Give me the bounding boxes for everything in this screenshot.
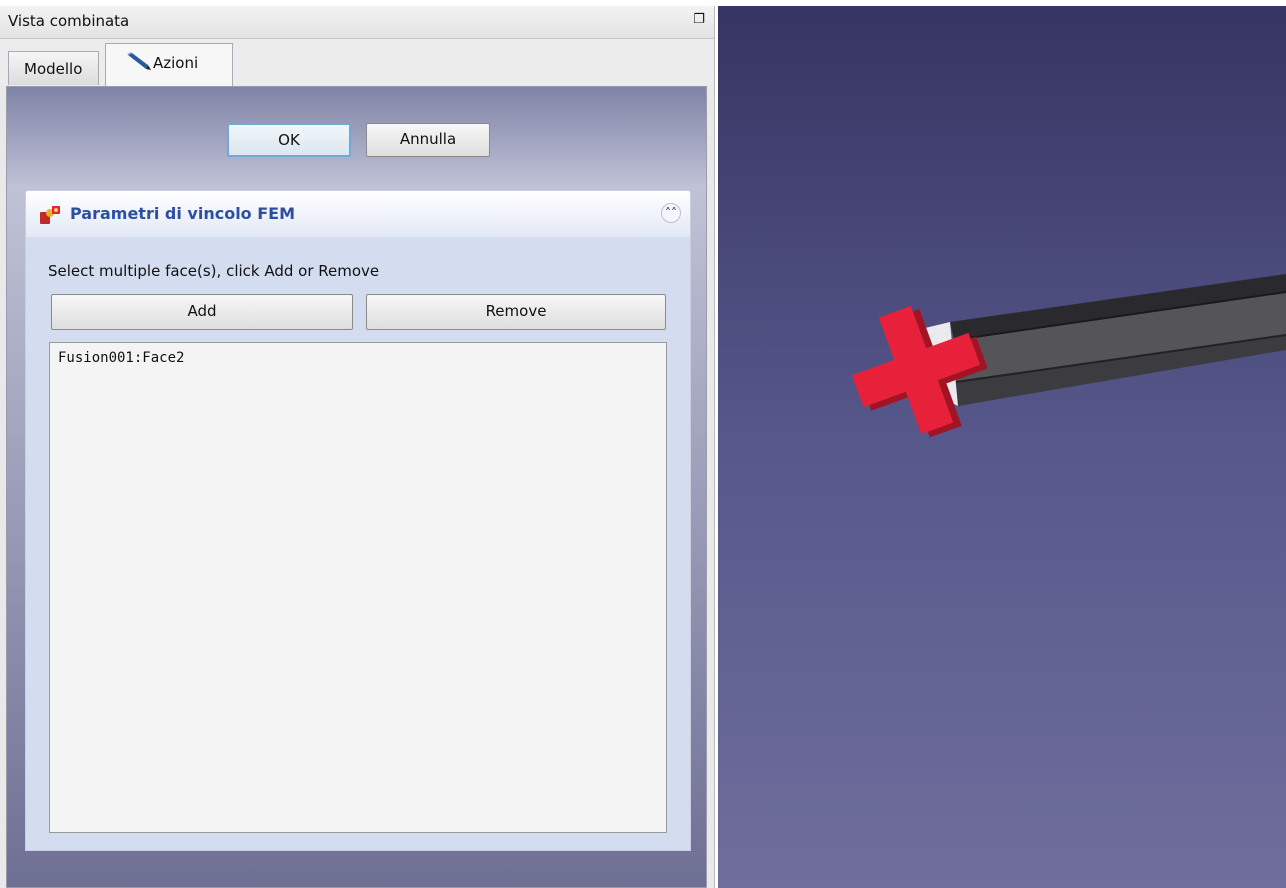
panel-title: Vista combinata xyxy=(8,12,130,30)
constraint-box-body: Select multiple face(s), click Add or Re… xyxy=(25,237,691,851)
combo-view-panel: Vista combinata ❐ Modello Azioni OK Annu… xyxy=(0,6,715,888)
fem-constraint-icon xyxy=(40,206,60,224)
3d-viewport[interactable] xyxy=(718,6,1286,888)
task-panel: OK Annulla Parametri di vincolo FEM ˄˄ S… xyxy=(6,86,707,888)
panel-title-bar: Vista combinata ❐ xyxy=(0,6,714,39)
double-chevron-up-icon[interactable]: ˄˄ xyxy=(661,203,681,223)
tab-modello[interactable]: Modello xyxy=(8,51,99,85)
ok-button[interactable]: OK xyxy=(227,123,351,157)
restore-window-icon[interactable]: ❐ xyxy=(692,13,706,27)
tab-bar: Modello Azioni xyxy=(0,39,714,86)
fixed-constraint-marker[interactable] xyxy=(837,288,1004,455)
scene-canvas[interactable] xyxy=(718,6,1286,888)
tab-label: Azioni xyxy=(153,54,199,72)
add-button[interactable]: Add xyxy=(51,294,353,330)
references-list[interactable]: Fusion001:Face2 xyxy=(49,342,667,833)
tab-azioni[interactable]: Azioni xyxy=(105,43,233,86)
instructions-label: Select multiple face(s), click Add or Re… xyxy=(48,262,380,280)
pencil-icon xyxy=(127,52,151,70)
constraint-box-header[interactable]: Parametri di vincolo FEM ˄˄ xyxy=(25,190,691,237)
list-item[interactable]: Fusion001:Face2 xyxy=(58,350,184,366)
tab-label: Modello xyxy=(24,60,83,78)
constraint-box-title: Parametri di vincolo FEM xyxy=(70,204,296,223)
cancel-button[interactable]: Annulla xyxy=(366,123,490,157)
remove-button[interactable]: Remove xyxy=(366,294,666,330)
